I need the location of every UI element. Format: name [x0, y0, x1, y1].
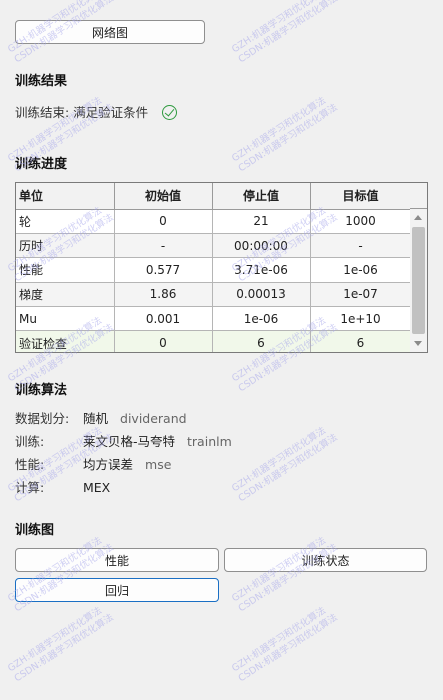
watermark: GZH:机器学习和优化算法 CSDN:机器学习和优化算法 [230, 535, 340, 615]
algorithm-value: 莱文贝格-马夸特 [83, 434, 176, 449]
algorithm-key: 训练: [15, 434, 45, 449]
table-row: 验证检查 0 6 6 [16, 330, 412, 352]
algorithm-key: 数据划分: [15, 411, 70, 426]
watermark: GZH:机器学习和优化算法 CSDN:机器学习和优化算法 [6, 535, 116, 615]
cell-target: 1e-07 [310, 282, 412, 308]
cell-initial: 0.577 [114, 257, 213, 283]
watermark: GZH:机器学习和优化算法 CSDN:机器学习和优化算法 [230, 0, 340, 66]
results-status-text: 训练结束: 满足验证条件 [15, 105, 149, 120]
cell-stop: 6 [212, 330, 311, 352]
column-header-unit: 单位 [16, 183, 115, 210]
table-row: Mu 0.001 1e-06 1e+10 [16, 306, 412, 332]
cell-unit: 验证检查 [16, 330, 115, 352]
column-header-target: 目标值 [310, 183, 412, 210]
cell-target: 6 [310, 330, 412, 352]
algorithm-value: MEX [83, 480, 111, 495]
cell-stop: 21 [212, 209, 311, 234]
cell-unit: 梯度 [16, 282, 115, 308]
cell-target: 1000 [310, 209, 412, 234]
training-state-plot-button[interactable]: 训练状态 [224, 548, 427, 572]
regression-plot-button[interactable]: 回归 [15, 578, 219, 602]
cell-initial: 0 [114, 209, 213, 234]
results-section-title: 训练结果 [15, 74, 68, 89]
table-header-row: 单位 初始值 停止值 目标值 [16, 183, 412, 210]
table-row: 轮 0 21 1000 [16, 209, 412, 234]
cell-target: 1e+10 [310, 306, 412, 332]
check-circle-icon [162, 105, 178, 120]
cell-initial: 0 [114, 330, 213, 352]
watermark: GZH:机器学习和优化算法 CSDN:机器学习和优化算法 [230, 95, 340, 175]
algorithm-key: 性能: [15, 457, 45, 472]
cell-stop: 0.00013 [212, 282, 311, 308]
column-header-stop: 停止值 [212, 183, 311, 210]
algorithm-method: trainlm [187, 434, 232, 449]
algorithm-value: 随机 [83, 411, 109, 426]
algorithm-value: 均方误差 [83, 457, 134, 472]
cell-target: - [310, 233, 412, 259]
table-row: 历时 - 00:00:00 - [16, 233, 412, 259]
cell-initial: 1.86 [114, 282, 213, 308]
algorithm-row-division: 数据划分: 随机 dividerand [15, 408, 187, 427]
cell-stop: 00:00:00 [212, 233, 311, 259]
algorithm-row-training: 训练: 莱文贝格-马夸特 trainlm [15, 431, 232, 450]
algorithm-key: 计算: [15, 480, 45, 495]
algorithm-row-calculation: 计算: MEX [15, 477, 110, 496]
cell-stop: 3.71e-06 [212, 257, 311, 283]
cell-target: 1e-06 [310, 257, 412, 283]
network-diagram-button[interactable]: 网络图 [15, 20, 205, 44]
cell-unit: 轮 [16, 209, 115, 234]
watermark: GZH:机器学习和优化算法 CSDN:机器学习和优化算法 [230, 425, 340, 505]
progress-table[interactable]: 单位 初始值 停止值 目标值 轮 0 21 1000 历时 - 00:00:00… [15, 182, 428, 353]
cell-unit: Mu [16, 306, 115, 332]
cell-initial: 0.001 [114, 306, 213, 332]
table-row: 性能 0.577 3.71e-06 1e-06 [16, 257, 412, 283]
network-diagram-button-label: 网络图 [91, 25, 128, 40]
header-spacer [410, 183, 427, 209]
scroll-up-arrow-icon[interactable] [414, 215, 422, 220]
regression-plot-button-label: 回归 [104, 583, 129, 598]
table-scrollbar[interactable] [410, 209, 427, 352]
cell-unit: 历时 [16, 233, 115, 259]
watermark: GZH:机器学习和优化算法 CSDN:机器学习和优化算法 [6, 605, 116, 685]
cell-stop: 1e-06 [212, 306, 311, 332]
performance-plot-button-label: 性能 [104, 553, 129, 568]
column-header-initial: 初始值 [114, 183, 213, 210]
algorithm-method: dividerand [120, 411, 187, 426]
algorithm-method: mse [145, 457, 172, 472]
training-state-plot-button-label: 训练状态 [301, 553, 350, 568]
performance-plot-button[interactable]: 性能 [15, 548, 219, 572]
cell-unit: 性能 [16, 257, 115, 283]
algorithms-section-title: 训练算法 [15, 383, 68, 398]
progress-section-title: 训练进度 [15, 157, 68, 172]
table-row: 梯度 1.86 0.00013 1e-07 [16, 282, 412, 308]
plots-section-title: 训练图 [15, 523, 55, 538]
scroll-down-arrow-icon[interactable] [414, 341, 422, 346]
scrollbar-thumb[interactable] [412, 227, 425, 334]
algorithm-row-performance: 性能: 均方误差 mse [15, 454, 171, 473]
cell-initial: - [114, 233, 213, 259]
watermark: GZH:机器学习和优化算法 CSDN:机器学习和优化算法 [230, 605, 340, 685]
results-status: 训练结束: 满足验证条件 [15, 102, 178, 121]
